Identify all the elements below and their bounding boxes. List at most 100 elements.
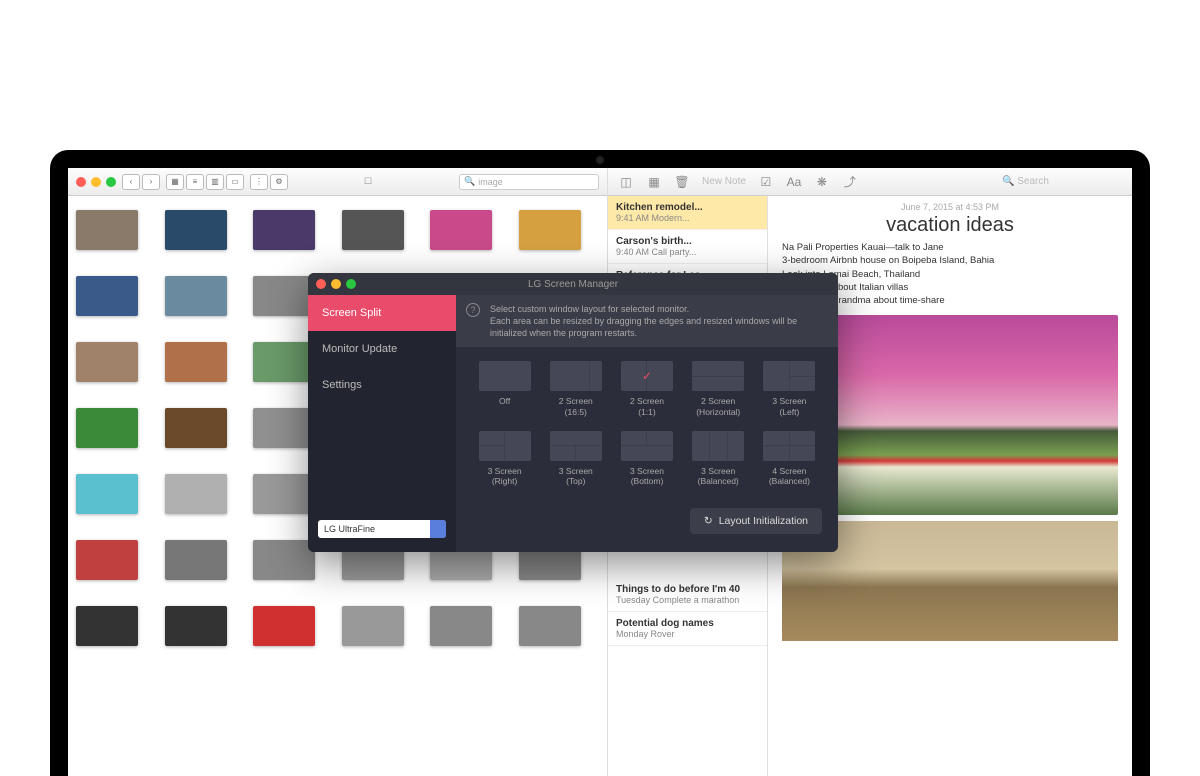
thumbnail[interactable]	[519, 606, 581, 646]
tab-monitor-update[interactable]: Monitor Update	[308, 331, 456, 367]
dropbox-icon: ☐	[364, 176, 372, 187]
note-title: Things to do before I'm 40	[616, 584, 759, 595]
tab-screen-split[interactable]: Screen Split	[308, 295, 456, 331]
layout-label: Off	[499, 396, 510, 416]
thumbnail[interactable]	[253, 276, 315, 316]
thumbnail[interactable]	[253, 540, 315, 580]
thumbnail[interactable]	[165, 540, 227, 580]
thumbnail[interactable]	[76, 342, 138, 382]
monitor-select[interactable]: LG UltraFine	[318, 520, 446, 538]
trash-icon[interactable]: 🗑	[674, 174, 690, 190]
thumbnail[interactable]	[76, 408, 138, 448]
layout-option-2screen-horizontal[interactable]: 2 Screen(Horizontal)	[686, 361, 751, 416]
close-icon[interactable]	[76, 177, 86, 187]
info-text: Each area can be resized by dragging the…	[490, 315, 826, 339]
thumbnail[interactable]	[519, 210, 581, 250]
layout-label: 4 Screen(Balanced)	[769, 466, 810, 486]
note-date: June 7, 2015 at 4:53 PM	[782, 202, 1118, 212]
thumbnail[interactable]	[165, 210, 227, 250]
arrange-button[interactable]: ⋮	[250, 174, 268, 190]
layout-options-grid: Off 2 Screen(16:5) 2 Screen(1:1) 2	[456, 347, 838, 500]
notes-search-input[interactable]: 🔍 Search	[1002, 176, 1122, 187]
thumbnail[interactable]	[76, 210, 138, 250]
list-item[interactable]: Potential dog names Monday Rover	[608, 612, 767, 646]
minimize-icon[interactable]	[331, 279, 341, 289]
action-button[interactable]: ⚙	[270, 174, 288, 190]
style-icon[interactable]: ❋	[814, 174, 830, 190]
new-note-button[interactable]: New Note	[702, 176, 746, 187]
share-icon[interactable]: ⤴	[842, 174, 858, 190]
thumbnail[interactable]	[253, 342, 315, 382]
thumbnail[interactable]	[253, 210, 315, 250]
button-label: Layout Initialization	[719, 515, 808, 527]
layout-option-3screen-bottom[interactable]: 3 Screen(Bottom)	[614, 431, 679, 486]
thumbnail[interactable]	[342, 210, 404, 250]
thumbnail[interactable]	[165, 408, 227, 448]
thumbnail[interactable]	[76, 276, 138, 316]
desktop-screen: ‹ › ▦ ≡ ▥ ▭ ⋮ ⚙ ☐ 🔍image	[68, 168, 1132, 776]
note-title: Kitchen remodel...	[616, 202, 759, 213]
lg-footer: ↻ Layout Initialization	[456, 500, 838, 538]
thumbnail[interactable]	[253, 474, 315, 514]
list-item[interactable]: Kitchen remodel... 9:41 AM Modern...	[608, 196, 767, 230]
thumbnail[interactable]	[342, 606, 404, 646]
finder-search-input[interactable]: 🔍image	[459, 174, 599, 190]
finder-toolbar: ‹ › ▦ ≡ ▥ ▭ ⋮ ⚙ ☐ 🔍image	[68, 168, 607, 196]
view-list-button[interactable]: ≡	[186, 174, 204, 190]
arrange-buttons: ⋮ ⚙	[250, 174, 288, 190]
view-column-button[interactable]: ▥	[206, 174, 224, 190]
layout-label: 3 Screen(Balanced)	[698, 466, 739, 486]
sidebar-toggle-icon[interactable]: ◫	[618, 174, 634, 190]
thumbnail[interactable]	[165, 342, 227, 382]
forward-button[interactable]: ›	[142, 174, 160, 190]
layout-option-3screen-left[interactable]: 3 Screen(Left)	[757, 361, 822, 416]
checklist-icon[interactable]: ☑	[758, 174, 774, 190]
lg-sidebar: Screen Split Monitor Update Settings LG …	[308, 295, 456, 552]
thumbnail[interactable]	[430, 606, 492, 646]
thumbnail[interactable]	[253, 606, 315, 646]
maximize-icon[interactable]	[106, 177, 116, 187]
grid-view-icon[interactable]: ▦	[646, 174, 662, 190]
list-item[interactable]: Carson's birth... 9:40 AM Call party...	[608, 230, 767, 264]
note-title: Potential dog names	[616, 618, 759, 629]
lg-screen-manager-window: LG Screen Manager Screen Split Monitor U…	[308, 273, 838, 552]
nav-buttons: ‹ ›	[122, 174, 160, 190]
maximize-icon[interactable]	[346, 279, 356, 289]
lg-titlebar: LG Screen Manager	[308, 273, 838, 295]
thumbnail[interactable]	[165, 606, 227, 646]
back-button[interactable]: ‹	[122, 174, 140, 190]
layout-label: 2 Screen(Horizontal)	[696, 396, 740, 416]
layout-label: 3 Screen(Left)	[772, 396, 806, 416]
format-icon[interactable]: Aa	[786, 174, 802, 190]
layout-label: 3 Screen(Bottom)	[630, 466, 664, 486]
layout-option-off[interactable]: Off	[472, 361, 537, 416]
layout-initialization-button[interactable]: ↻ Layout Initialization	[690, 508, 822, 534]
minimize-icon[interactable]	[91, 177, 101, 187]
layout-option-2screen-165[interactable]: 2 Screen(16:5)	[543, 361, 608, 416]
info-text: Select custom window layout for selected…	[490, 303, 826, 315]
thumbnail[interactable]	[76, 540, 138, 580]
view-icon-button[interactable]: ▦	[166, 174, 184, 190]
refresh-icon: ↻	[704, 515, 713, 527]
thumbnail[interactable]	[76, 474, 138, 514]
thumbnail[interactable]	[165, 474, 227, 514]
layout-label: 3 Screen(Top)	[559, 466, 593, 486]
tab-settings[interactable]: Settings	[308, 367, 456, 403]
note-meta: Tuesday Complete a marathon	[616, 595, 759, 605]
note-meta: 9:41 AM Modern...	[616, 213, 759, 223]
layout-option-2screen-11[interactable]: 2 Screen(1:1)	[614, 361, 679, 416]
layout-option-3screen-top[interactable]: 3 Screen(Top)	[543, 431, 608, 486]
thumbnail[interactable]	[253, 408, 315, 448]
close-icon[interactable]	[316, 279, 326, 289]
webcam	[596, 156, 604, 164]
list-item[interactable]: Things to do before I'm 40 Tuesday Compl…	[608, 578, 767, 612]
thumbnail[interactable]	[76, 606, 138, 646]
layout-option-3screen-right[interactable]: 3 Screen(Right)	[472, 431, 537, 486]
layout-option-3screen-balanced[interactable]: 3 Screen(Balanced)	[686, 431, 751, 486]
thumbnail[interactable]	[430, 210, 492, 250]
view-gallery-button[interactable]: ▭	[226, 174, 244, 190]
layout-option-4screen-balanced[interactable]: 4 Screen(Balanced)	[757, 431, 822, 486]
lg-body: Screen Split Monitor Update Settings LG …	[308, 295, 838, 552]
window-title: LG Screen Manager	[528, 279, 618, 290]
thumbnail[interactable]	[165, 276, 227, 316]
